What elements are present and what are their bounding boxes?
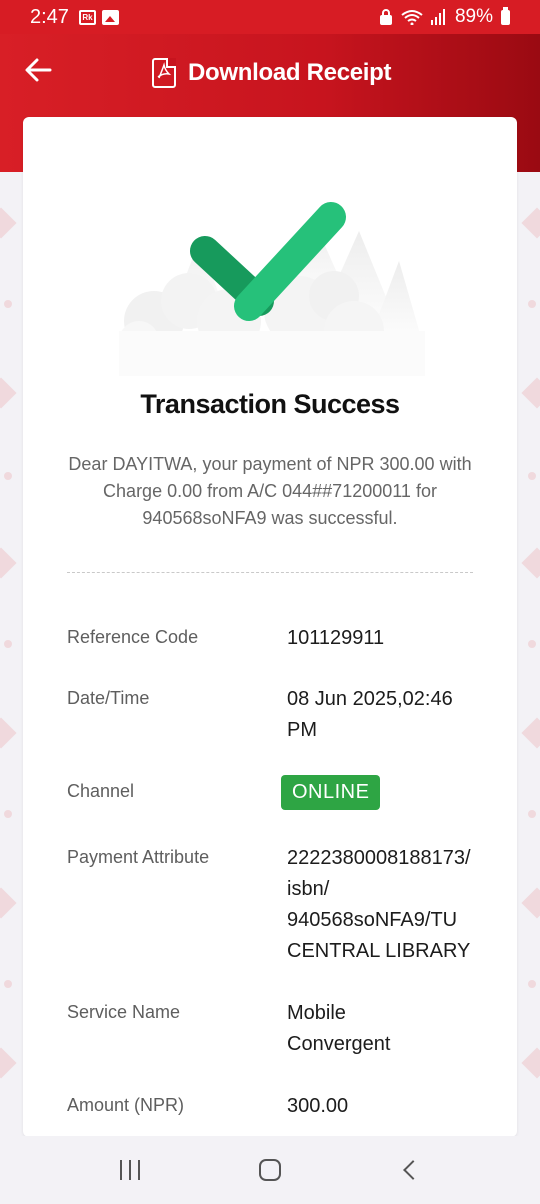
home-button[interactable] (258, 1159, 281, 1181)
detail-label: Date/Time (67, 688, 150, 708)
status-time: 2:47 (30, 5, 69, 28)
detail-label: Service Name (67, 1002, 181, 1022)
pdf-file-icon (152, 58, 176, 88)
detail-value: 08 Jun 2025,02:46 PM (287, 688, 453, 741)
detail-label: Reference Code (67, 627, 199, 647)
rk-app-icon: Rk (78, 9, 96, 25)
recent-apps-button[interactable] (119, 1160, 140, 1180)
transaction-status-title: Transaction Success (140, 389, 400, 419)
detail-value: 101129911 (287, 627, 385, 649)
signal-icon (430, 9, 445, 25)
wifi-icon (401, 10, 423, 25)
detail-label: Amount (NPR) (67, 1095, 185, 1115)
channel-badge: ONLINE (281, 775, 381, 810)
system-back-button[interactable] (403, 1160, 424, 1180)
back-button[interactable] (24, 56, 58, 90)
header-title-group: Download Receipt (152, 58, 392, 88)
success-checkmark-illustration (119, 202, 425, 376)
gallery-icon (101, 9, 119, 25)
detail-value: 300.00 (287, 1095, 349, 1117)
back-arrow-icon (25, 58, 52, 82)
detail-value: Mobile Convergent (287, 1002, 391, 1055)
status-bar: 2:47 Rk 89% (0, 0, 540, 34)
receipt-card: Transaction Success Dear DAYITWA, your p… (23, 117, 517, 1137)
system-navigation-bar (0, 1136, 540, 1204)
lock-icon (379, 9, 392, 25)
battery-percentage: 89% (454, 6, 493, 27)
detail-label: Channel (67, 781, 135, 801)
dashed-divider (67, 572, 473, 573)
transaction-message: Dear DAYITWA, your payment of NPR 300.00… (68, 454, 472, 528)
detail-label: Payment Attribute (67, 847, 210, 867)
detail-value: 2222380008188173/ isbn/ 940568soNFA9/TU … (287, 847, 471, 962)
page-title: Download Receipt (188, 59, 392, 86)
battery-icon (501, 6, 510, 25)
